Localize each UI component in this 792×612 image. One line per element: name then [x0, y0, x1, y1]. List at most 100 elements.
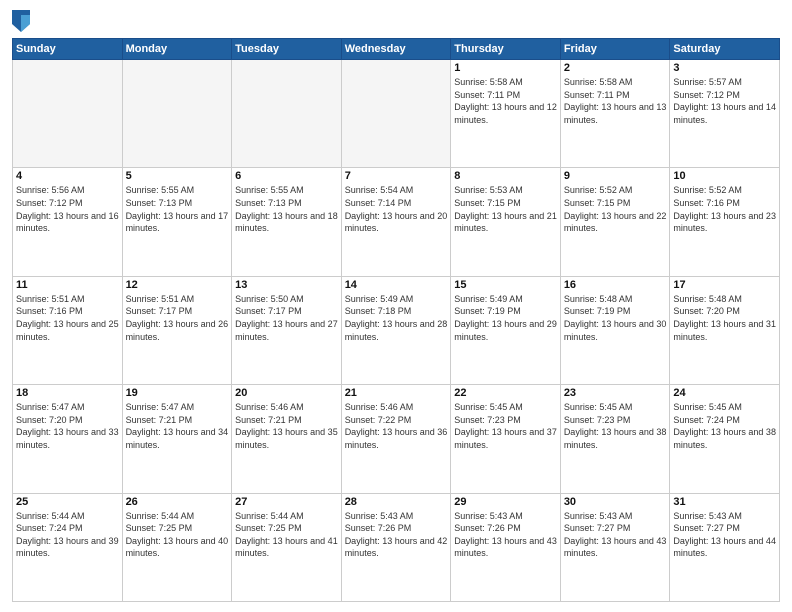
- page: SundayMondayTuesdayWednesdayThursdayFrid…: [0, 0, 792, 612]
- day-header-friday: Friday: [560, 39, 670, 60]
- cell-info: Sunrise: 5:47 AMSunset: 7:21 PMDaylight:…: [126, 401, 229, 451]
- calendar-week-1: 1 Sunrise: 5:58 AMSunset: 7:11 PMDaylight…: [13, 60, 780, 168]
- calendar-cell: 22 Sunrise: 5:45 AMSunset: 7:23 PMDayligh…: [451, 385, 561, 493]
- cell-info: Sunrise: 5:49 AMSunset: 7:18 PMDaylight:…: [345, 293, 448, 343]
- cell-info: Sunrise: 5:45 AMSunset: 7:23 PMDaylight:…: [564, 401, 667, 451]
- cell-info: Sunrise: 5:43 AMSunset: 7:26 PMDaylight:…: [345, 510, 448, 560]
- calendar-cell: 1Sunrise: 5:58 AMSunset: 7:11 PMDaylight…: [451, 60, 561, 168]
- calendar-cell: 18 Sunrise: 5:47 AMSunset: 7:20 PMDayligh…: [13, 385, 123, 493]
- cell-date: 28: [345, 496, 448, 508]
- cell-date: 2: [564, 62, 667, 74]
- cell-info: Sunrise: 5:52 AMSunset: 7:16 PMDaylight:…: [673, 184, 776, 234]
- header: [12, 10, 780, 32]
- cell-date: 9: [564, 170, 667, 182]
- calendar-cell: 3 Sunrise: 5:57 AMSunset: 7:12 PMDaylight…: [670, 60, 780, 168]
- logo: [12, 10, 32, 32]
- cell-date: 8: [454, 170, 557, 182]
- cell-date: 14: [345, 279, 448, 291]
- day-header-saturday: Saturday: [670, 39, 780, 60]
- calendar-cell: 14 Sunrise: 5:49 AMSunset: 7:18 PMDayligh…: [341, 276, 451, 384]
- cell-date: 12: [126, 279, 229, 291]
- cell-info: Sunrise: 5:44 AMSunset: 7:25 PMDaylight:…: [235, 510, 338, 560]
- calendar-cell: 13 Sunrise: 5:50 AMSunset: 7:17 PMDayligh…: [232, 276, 342, 384]
- cell-info: Sunrise: 5:51 AMSunset: 7:16 PMDaylight:…: [16, 293, 119, 343]
- calendar-cell: [122, 60, 232, 168]
- day-header-sunday: Sunday: [13, 39, 123, 60]
- cell-date: 23: [564, 387, 667, 399]
- cell-date: 18: [16, 387, 119, 399]
- calendar-cell: 16 Sunrise: 5:48 AMSunset: 7:19 PMDayligh…: [560, 276, 670, 384]
- cell-info: Sunrise: 5:54 AMSunset: 7:14 PMDaylight:…: [345, 184, 448, 234]
- calendar-cell: 4 Sunrise: 5:56 AMSunset: 7:12 PMDaylight…: [13, 168, 123, 276]
- cell-info: Sunrise: 5:48 AMSunset: 7:20 PMDaylight:…: [673, 293, 776, 343]
- cell-date: 17: [673, 279, 776, 291]
- cell-date: 1: [454, 62, 557, 74]
- cell-info: Sunrise: 5:46 AMSunset: 7:22 PMDaylight:…: [345, 401, 448, 451]
- cell-date: 20: [235, 387, 338, 399]
- cell-info: Sunrise: 5:47 AMSunset: 7:20 PMDaylight:…: [16, 401, 119, 451]
- cell-info: Sunrise: 5:50 AMSunset: 7:17 PMDaylight:…: [235, 293, 338, 343]
- calendar-header: SundayMondayTuesdayWednesdayThursdayFrid…: [13, 39, 780, 60]
- calendar-cell: [13, 60, 123, 168]
- cell-date: 11: [16, 279, 119, 291]
- day-header-monday: Monday: [122, 39, 232, 60]
- cell-info: Sunrise: 5:55 AMSunset: 7:13 PMDaylight:…: [126, 184, 229, 234]
- calendar-cell: 27 Sunrise: 5:44 AMSunset: 7:25 PMDayligh…: [232, 493, 342, 601]
- calendar-cell: 30 Sunrise: 5:43 AMSunset: 7:27 PMDayligh…: [560, 493, 670, 601]
- cell-date: 29: [454, 496, 557, 508]
- cell-date: 26: [126, 496, 229, 508]
- day-header-tuesday: Tuesday: [232, 39, 342, 60]
- cell-date: 25: [16, 496, 119, 508]
- calendar-cell: 10 Sunrise: 5:52 AMSunset: 7:16 PMDayligh…: [670, 168, 780, 276]
- calendar-cell: 9 Sunrise: 5:52 AMSunset: 7:15 PMDaylight…: [560, 168, 670, 276]
- cell-date: 16: [564, 279, 667, 291]
- cell-info: Sunrise: 5:48 AMSunset: 7:19 PMDaylight:…: [564, 293, 667, 343]
- calendar-cell: [341, 60, 451, 168]
- cell-date: 3: [673, 62, 776, 74]
- calendar-cell: 23 Sunrise: 5:45 AMSunset: 7:23 PMDayligh…: [560, 385, 670, 493]
- cell-date: 27: [235, 496, 338, 508]
- cell-info: Sunrise: 5:45 AMSunset: 7:24 PMDaylight:…: [673, 401, 776, 451]
- calendar-table: SundayMondayTuesdayWednesdayThursdayFrid…: [12, 38, 780, 602]
- cell-info: Sunrise: 5:44 AMSunset: 7:25 PMDaylight:…: [126, 510, 229, 560]
- cell-info: Sunrise: 5:57 AMSunset: 7:12 PMDaylight:…: [673, 76, 776, 126]
- calendar-cell: 28 Sunrise: 5:43 AMSunset: 7:26 PMDayligh…: [341, 493, 451, 601]
- calendar-cell: 12 Sunrise: 5:51 AMSunset: 7:17 PMDayligh…: [122, 276, 232, 384]
- cell-info: Sunrise: 5:44 AMSunset: 7:24 PMDaylight:…: [16, 510, 119, 560]
- calendar-cell: 6 Sunrise: 5:55 AMSunset: 7:13 PMDaylight…: [232, 168, 342, 276]
- cell-info: Sunrise: 5:49 AMSunset: 7:19 PMDaylight:…: [454, 293, 557, 343]
- cell-info: Sunrise: 5:56 AMSunset: 7:12 PMDaylight:…: [16, 184, 119, 234]
- calendar-cell: 31 Sunrise: 5:43 AMSunset: 7:27 PMDayligh…: [670, 493, 780, 601]
- cell-date: 10: [673, 170, 776, 182]
- cell-info: Sunrise: 5:53 AMSunset: 7:15 PMDaylight:…: [454, 184, 557, 234]
- cell-info: Sunrise: 5:43 AMSunset: 7:27 PMDaylight:…: [564, 510, 667, 560]
- cell-date: 4: [16, 170, 119, 182]
- cell-info: Sunrise: 5:58 AMSunset: 7:11 PMDaylight:…: [564, 76, 667, 126]
- cell-date: 15: [454, 279, 557, 291]
- calendar-week-3: 11 Sunrise: 5:51 AMSunset: 7:16 PMDayligh…: [13, 276, 780, 384]
- cell-info: Sunrise: 5:51 AMSunset: 7:17 PMDaylight:…: [126, 293, 229, 343]
- days-of-week-row: SundayMondayTuesdayWednesdayThursdayFrid…: [13, 39, 780, 60]
- day-header-wednesday: Wednesday: [341, 39, 451, 60]
- cell-date: 31: [673, 496, 776, 508]
- cell-info: Sunrise: 5:55 AMSunset: 7:13 PMDaylight:…: [235, 184, 338, 234]
- calendar-cell: 8 Sunrise: 5:53 AMSunset: 7:15 PMDaylight…: [451, 168, 561, 276]
- day-header-thursday: Thursday: [451, 39, 561, 60]
- logo-icon: [12, 10, 30, 32]
- calendar-cell: 7Sunrise: 5:54 AMSunset: 7:14 PMDaylight…: [341, 168, 451, 276]
- calendar-cell: 15 Sunrise: 5:49 AMSunset: 7:19 PMDayligh…: [451, 276, 561, 384]
- calendar-cell: 17 Sunrise: 5:48 AMSunset: 7:20 PMDayligh…: [670, 276, 780, 384]
- calendar-cell: 11 Sunrise: 5:51 AMSunset: 7:16 PMDayligh…: [13, 276, 123, 384]
- cell-info: Sunrise: 5:52 AMSunset: 7:15 PMDaylight:…: [564, 184, 667, 234]
- calendar-week-4: 18 Sunrise: 5:47 AMSunset: 7:20 PMDayligh…: [13, 385, 780, 493]
- cell-date: 13: [235, 279, 338, 291]
- cell-date: 22: [454, 387, 557, 399]
- cell-info: Sunrise: 5:45 AMSunset: 7:23 PMDaylight:…: [454, 401, 557, 451]
- cell-info: Sunrise: 5:43 AMSunset: 7:27 PMDaylight:…: [673, 510, 776, 560]
- cell-date: 6: [235, 170, 338, 182]
- cell-date: 5: [126, 170, 229, 182]
- cell-info: Sunrise: 5:43 AMSunset: 7:26 PMDaylight:…: [454, 510, 557, 560]
- calendar-cell: 2 Sunrise: 5:58 AMSunset: 7:11 PMDaylight…: [560, 60, 670, 168]
- cell-date: 30: [564, 496, 667, 508]
- calendar-cell: 19Sunrise: 5:47 AMSunset: 7:21 PMDayligh…: [122, 385, 232, 493]
